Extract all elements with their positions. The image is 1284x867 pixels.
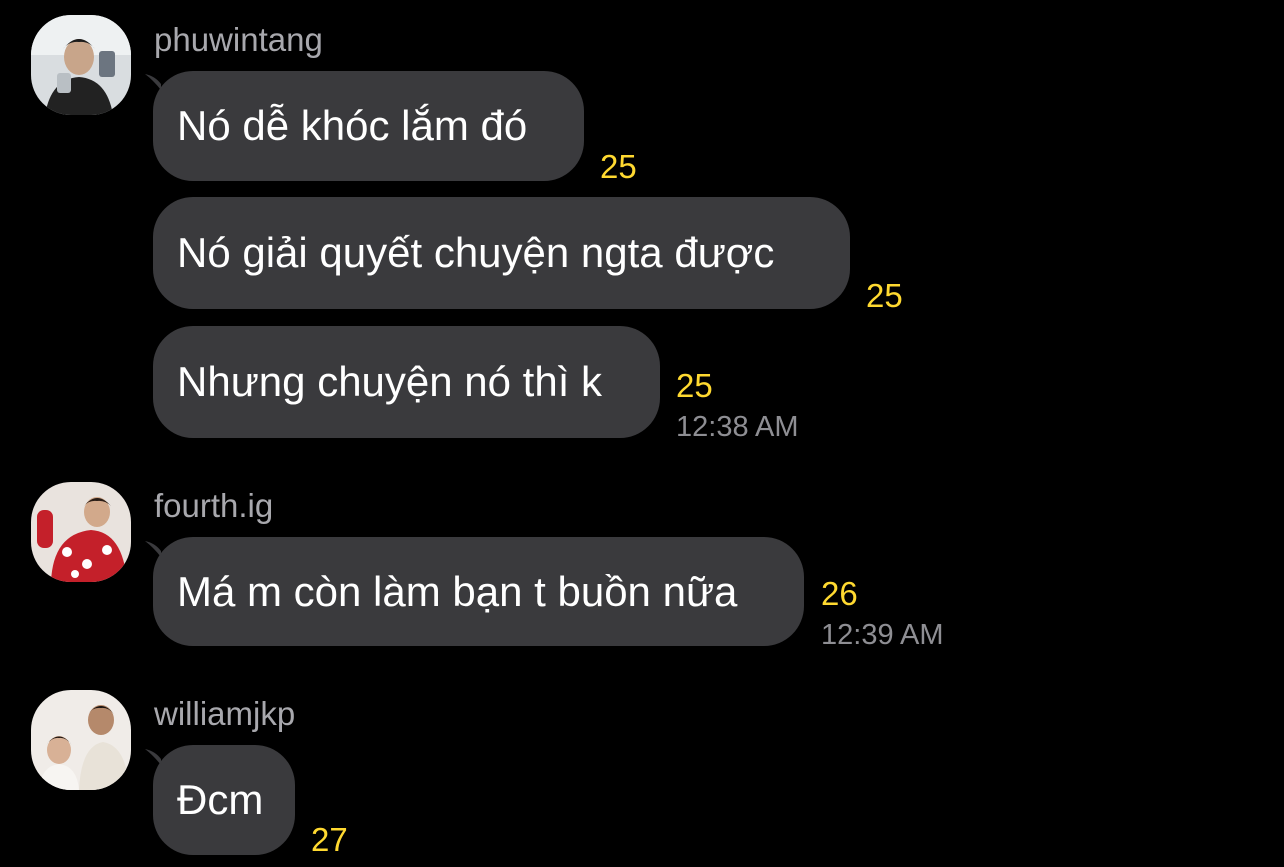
message-text: Nhưng chuyện nó thì k — [177, 358, 603, 405]
bubble-tail-icon — [145, 74, 161, 90]
avatar-fourth[interactable] — [31, 482, 131, 582]
read-count[interactable]: 25 — [600, 149, 637, 185]
username-fourth[interactable]: fourth.ig — [154, 486, 273, 526]
timestamp: 12:39 AM — [821, 619, 944, 651]
read-count[interactable]: 27 — [311, 822, 348, 858]
message-text: Nó giải quyết chuyện ngta được — [177, 229, 775, 276]
message-bubble[interactable]: Nhưng chuyện nó thì k — [153, 326, 660, 438]
message-text: Nó dễ khóc lắm đó — [177, 102, 528, 149]
message-bubble[interactable]: Nó giải quyết chuyện ngta được — [153, 197, 850, 309]
avatar-williamjkp[interactable] — [31, 690, 131, 790]
message-text: Đcm — [177, 776, 264, 823]
username-phuwintang[interactable]: phuwintang — [154, 20, 323, 60]
message-bubble[interactable]: Má m còn làm bạn t buồn nữa — [153, 537, 804, 646]
avatar-phuwintang[interactable] — [31, 15, 131, 115]
read-count[interactable]: 25 — [676, 368, 713, 404]
avatar-photo-icon — [31, 15, 131, 115]
timestamp: 12:38 AM — [676, 411, 799, 443]
message-bubble[interactable]: Đcm — [153, 745, 295, 855]
avatar-photo-icon — [31, 482, 131, 582]
avatar-photo-icon — [31, 690, 131, 790]
message-text: Má m còn làm bạn t buồn nữa — [177, 567, 738, 615]
read-count[interactable]: 25 — [866, 278, 903, 314]
read-count[interactable]: 26 — [821, 576, 858, 612]
username-williamjkp[interactable]: williamjkp — [154, 694, 295, 734]
message-bubble[interactable]: Nó dễ khóc lắm đó — [153, 71, 584, 181]
